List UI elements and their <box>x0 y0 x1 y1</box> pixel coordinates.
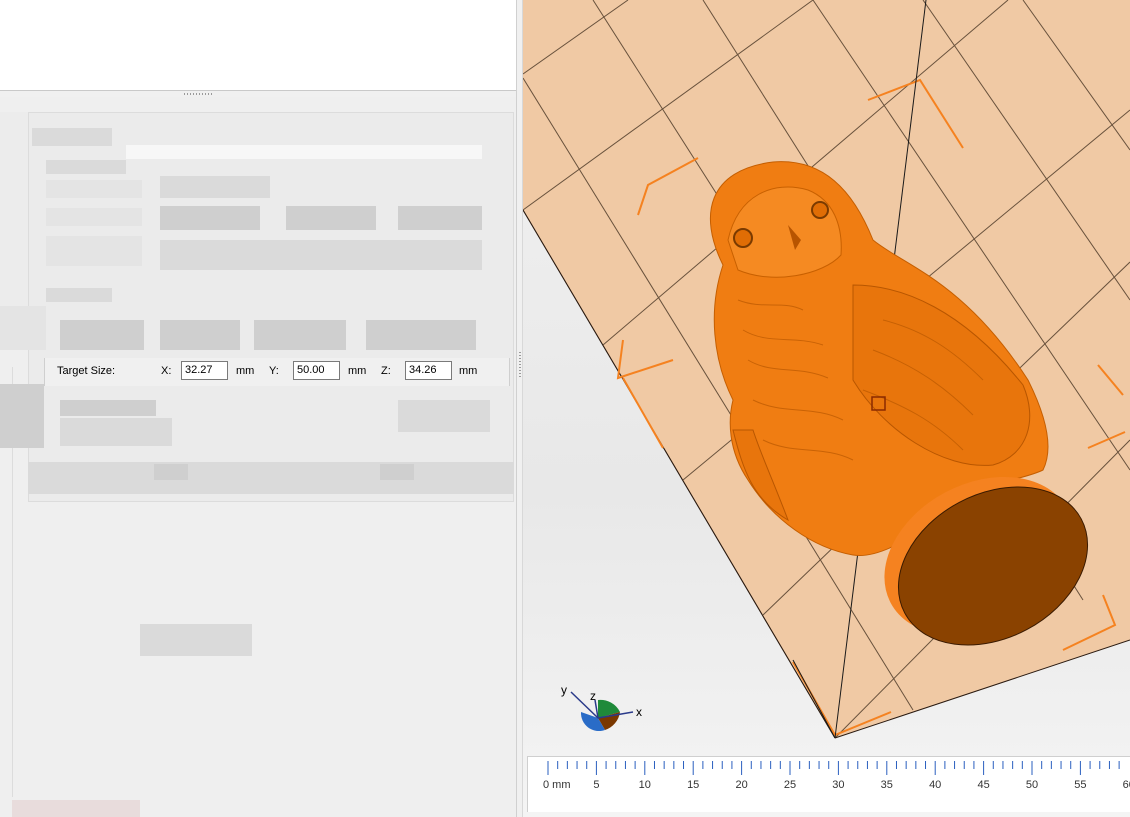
gizmo-y-label: y <box>561 683 567 697</box>
ruler-tick-label: 30 <box>832 779 844 791</box>
obscured-button[interactable] <box>154 464 188 480</box>
ruler-tick-label: 10 <box>639 779 651 791</box>
target-size-label: Target Size: <box>57 365 116 377</box>
ruler-tick-label: 35 <box>881 779 893 791</box>
ruler-tick-label: 50 <box>1026 779 1038 791</box>
obscured-control <box>160 176 270 198</box>
obscured-region <box>0 384 44 448</box>
ruler-tick-label: 15 <box>687 779 699 791</box>
target-size-x-input[interactable]: 32.27 <box>181 361 228 380</box>
ruler-tick-label: 45 <box>977 779 989 791</box>
obscured-control <box>286 206 376 230</box>
ruler-tick-label: 20 <box>735 779 747 791</box>
obscured-control <box>60 320 144 350</box>
target-size-z-input[interactable]: 34.26 <box>405 361 452 380</box>
obscured-button-row[interactable] <box>28 462 514 494</box>
ruler-tick-label: 5 <box>593 779 599 791</box>
obscured-control <box>160 320 240 350</box>
ruler-tick-label: 60 <box>1123 779 1130 791</box>
target-size-row: Target Size: X: 32.27 mm Y: 50.00 mm Z: … <box>44 358 510 386</box>
obscured-control <box>160 206 260 230</box>
obscured-control <box>254 320 346 350</box>
obscured-control <box>366 320 476 350</box>
object-list-panel <box>0 0 517 91</box>
axis-gizmo-icon <box>570 691 634 732</box>
y-unit-label: mm <box>348 365 367 377</box>
ruler-scale: 0 mm 5 10 15 20 25 30 35 40 45 50 55 60 <box>543 761 1130 791</box>
target-size-y-input[interactable]: 50.00 <box>293 361 340 380</box>
obscured-control <box>160 240 482 270</box>
obscured-text <box>140 624 252 656</box>
y-axis-label: Y: <box>269 365 279 377</box>
3d-viewport[interactable]: y z x 0 mm 5 10 15 20 25 30 35 40 45 50 55 60 <box>523 0 1130 817</box>
obscured-option <box>60 400 156 416</box>
obscured-label <box>46 160 126 174</box>
splitter-grip-icon <box>184 93 212 95</box>
obscured-option <box>60 418 172 446</box>
vertical-splitter[interactable] <box>516 0 523 817</box>
obscured-region <box>0 306 46 350</box>
obscured-control <box>398 206 482 230</box>
ruler-tick-label: 25 <box>784 779 796 791</box>
obscured-button[interactable] <box>380 464 414 480</box>
ruler-tick-label: 40 <box>929 779 941 791</box>
obscured-tab <box>32 128 112 146</box>
obscured-status <box>12 800 140 817</box>
z-unit-label: mm <box>459 365 478 377</box>
splitter-grip-icon <box>519 352 521 378</box>
x-unit-label: mm <box>236 365 255 377</box>
z-axis-label: Z: <box>381 365 391 377</box>
gizmo-x-label: x <box>636 705 642 719</box>
obscured-label <box>46 288 112 302</box>
ruler-tick-label: 0 mm <box>543 779 571 791</box>
owl-eye <box>811 201 829 219</box>
x-axis-label: X: <box>161 365 172 377</box>
obscured-label <box>46 236 142 266</box>
owl-eye <box>733 228 753 248</box>
obscured-field <box>126 145 482 159</box>
ruler: 0 mm 5 10 15 20 25 30 35 40 45 50 55 60 <box>527 756 1130 812</box>
obscured-label <box>46 180 142 198</box>
gizmo-z-label: z <box>590 689 596 703</box>
obscured-label <box>46 208 142 226</box>
ruler-tick-label: 55 <box>1074 779 1086 791</box>
obscured-button[interactable] <box>398 400 490 432</box>
